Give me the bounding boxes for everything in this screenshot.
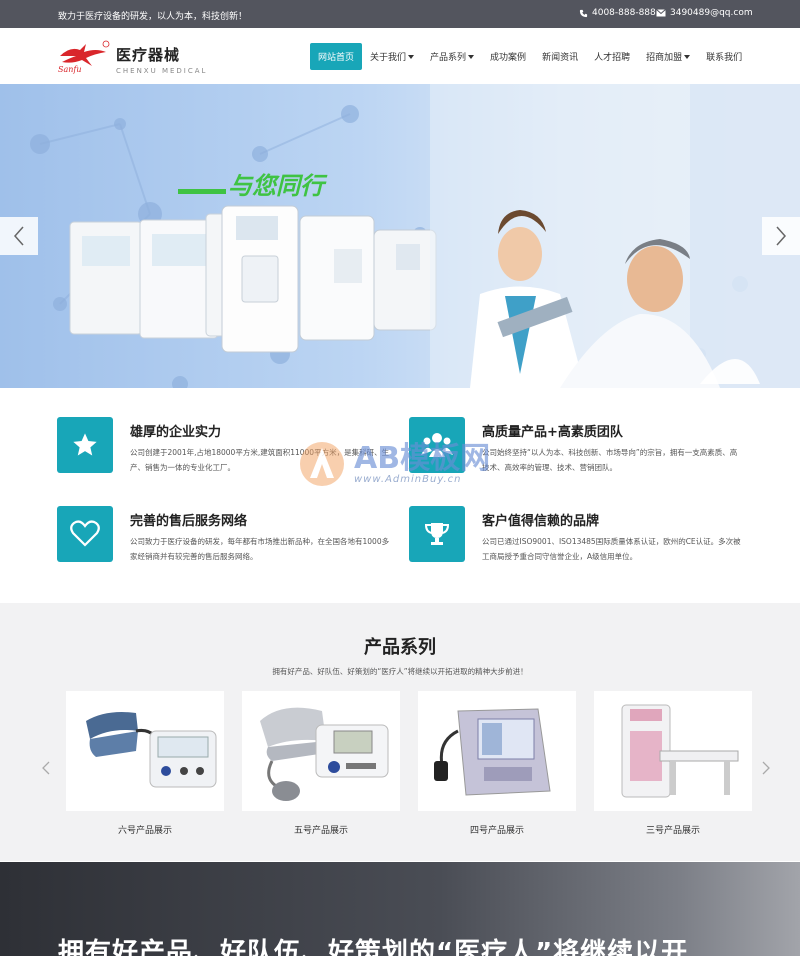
- banner-prev-button[interactable]: [0, 217, 38, 255]
- logo-text-en: CHENXU MEDICAL: [116, 67, 208, 75]
- product-card-image[interactable]: [418, 691, 576, 811]
- product-card-image[interactable]: [594, 691, 752, 811]
- product-name[interactable]: 四号产品展示: [418, 823, 576, 836]
- nav-item-products[interactable]: 产品系列: [422, 44, 482, 69]
- nav-item-about[interactable]: 关于我们: [362, 44, 422, 69]
- site-logo[interactable]: Sanfu 医疗器械 CHENXU MEDICAL: [56, 40, 207, 75]
- features-section: 雄厚的企业实力 公司创建于2001年,占地18000平方米,建筑面积11000平…: [0, 388, 800, 603]
- phone-number: 4008-888-888: [592, 8, 656, 18]
- products-section: 产品系列 拥有好产品、好队伍、好策划的“医疗人”将继续以开拓进取的精神大步前进！…: [0, 603, 800, 861]
- feature-desc: 公司致力于医疗设备的研发，每年都有市场推出新品种，在全国各地有1000多家经销商…: [130, 537, 390, 561]
- envelope-icon: [656, 9, 666, 17]
- top-phone[interactable]: 4008-888-888: [579, 8, 656, 18]
- watermark-brand: AB模板网: [354, 440, 491, 476]
- products-next-button[interactable]: [762, 761, 770, 779]
- chevron-left-icon: [42, 761, 50, 775]
- feature-title: 客户值得信赖的品牌: [482, 514, 600, 529]
- heart-icon: [57, 506, 113, 562]
- feature-title: 完善的售后服务网络: [130, 514, 248, 529]
- feature-title: 雄厚的企业实力: [130, 425, 222, 440]
- svg-text:与您同行: 与您同行: [228, 172, 328, 200]
- logo-text-cn: 医疗器械: [116, 46, 181, 64]
- top-bar: 致力于医疗设备的研发，以人为本，科技创新！ 4008-888-888 34904…: [0, 0, 800, 28]
- promo-headline: 拥有好产品、好队伍、好策划的“医疗人”将继续以开: [58, 938, 689, 956]
- svg-text:Sanfu: Sanfu: [58, 65, 82, 74]
- trophy-icon: [409, 506, 465, 562]
- product-name[interactable]: 三号产品展示: [594, 823, 752, 836]
- star-icon: [57, 417, 113, 473]
- chevron-right-icon: [762, 761, 770, 775]
- feature-desc: 公司已通过ISO9001、ISO13485国际质量体系认证，欧州的CE认证。多次…: [482, 537, 741, 561]
- watermark-logo-icon: [300, 442, 344, 486]
- nav-item-cases[interactable]: 成功案例: [482, 44, 534, 69]
- main-nav: 网站首页 关于我们 产品系列 成功案例 新闻资讯 人才招聘 招商加盟 联系我们: [310, 43, 750, 70]
- caret-down-icon: [468, 54, 475, 59]
- chevron-right-icon: [776, 226, 787, 246]
- nav-item-jobs[interactable]: 人才招聘: [586, 44, 638, 69]
- caret-down-icon: [408, 54, 415, 59]
- section-title: 产品系列: [364, 637, 436, 658]
- feature-desc: 公司始终坚持“以人为本、科技创新、市场导向”的宗旨，拥有一支高素质、高技术、高效…: [482, 448, 738, 472]
- site-header: Sanfu 医疗器械 CHENXU MEDICAL 网站首页 关于我们 产品系列…: [0, 28, 800, 84]
- product-name[interactable]: 五号产品展示: [242, 823, 400, 836]
- nav-item-franchise[interactable]: 招商加盟: [638, 44, 698, 69]
- watermark: AB模板网 www.AdminBuy.cn: [298, 440, 490, 488]
- top-email[interactable]: 3490489@qq.com: [656, 8, 753, 18]
- products-prev-button[interactable]: [42, 761, 50, 779]
- hero-banner: 与您同行: [0, 84, 800, 388]
- top-slogan: 致力于医疗设备的研发，以人为本，科技创新！: [58, 12, 248, 22]
- nav-item-contact[interactable]: 联系我们: [698, 44, 750, 69]
- product-card-image[interactable]: [242, 691, 400, 811]
- email-address: 3490489@qq.com: [670, 8, 753, 18]
- oxygen-concentrators: [69, 205, 437, 353]
- section-subtitle: 拥有好产品、好队伍、好策划的“医疗人”将继续以开拓进取的精神大步前进！: [272, 667, 528, 676]
- promo-band: 拥有好产品、好队伍、好策划的“医疗人”将继续以开: [0, 862, 800, 956]
- banner-illustration: 与您同行: [30, 84, 800, 388]
- nav-item-home[interactable]: 网站首页: [310, 43, 363, 70]
- caret-down-icon: [684, 54, 691, 59]
- banner-next-button[interactable]: [762, 217, 800, 255]
- product-name[interactable]: 六号产品展示: [66, 823, 224, 836]
- chevron-left-icon: [13, 226, 24, 246]
- feature-title: 高质量产品+高素质团队: [482, 425, 623, 440]
- nav-item-news[interactable]: 新闻资讯: [534, 44, 586, 69]
- product-card-image[interactable]: [66, 691, 224, 811]
- phone-icon: [579, 9, 588, 17]
- logo-mark: Sanfu: [56, 40, 112, 74]
